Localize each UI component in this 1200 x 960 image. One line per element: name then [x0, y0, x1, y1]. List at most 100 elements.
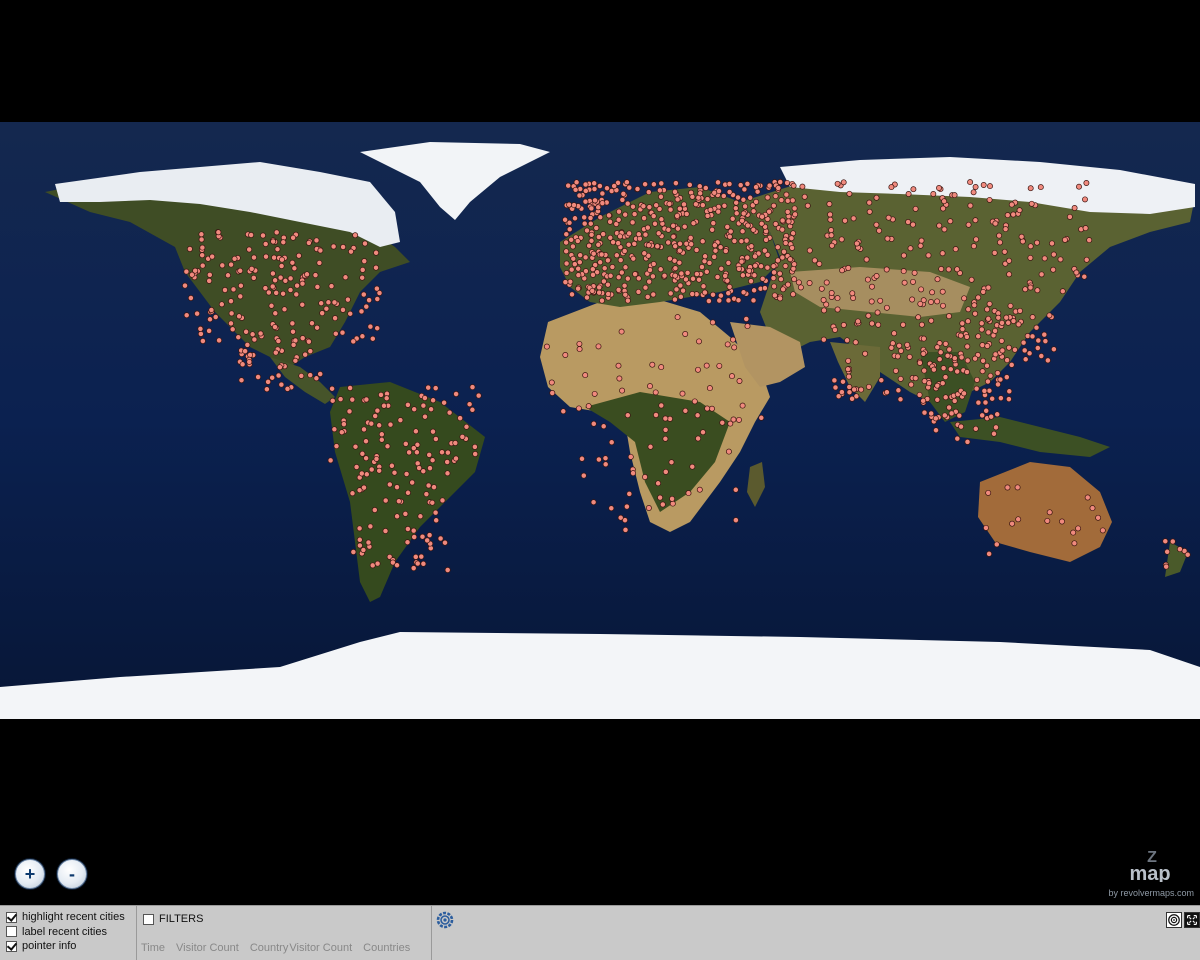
visitor-marker[interactable]: [271, 254, 278, 261]
visitor-marker[interactable]: [690, 275, 696, 282]
visitor-marker[interactable]: [1006, 271, 1013, 278]
visitor-marker[interactable]: [207, 316, 213, 323]
visitor-marker[interactable]: [666, 200, 673, 207]
visitor-marker[interactable]: [574, 238, 581, 244]
visitor-marker[interactable]: [732, 205, 739, 212]
visitor-marker[interactable]: [273, 229, 280, 236]
visitor-marker[interactable]: [394, 484, 400, 491]
filter-tab-country-visitor-count[interactable]: Visitor Count: [289, 942, 352, 954]
visitor-marker[interactable]: [771, 269, 778, 276]
visitor-marker[interactable]: [218, 301, 225, 308]
visitor-marker[interactable]: [689, 463, 696, 470]
visitor-marker[interactable]: [572, 186, 579, 193]
visitor-marker[interactable]: [878, 377, 885, 384]
visitor-marker[interactable]: [403, 471, 410, 477]
visitor-marker[interactable]: [832, 384, 839, 391]
visitor-marker[interactable]: [711, 253, 718, 260]
visitor-marker[interactable]: [616, 208, 622, 215]
visitor-marker[interactable]: [788, 235, 795, 242]
visitor-marker[interactable]: [319, 310, 326, 317]
visitor-marker[interactable]: [821, 307, 827, 314]
visitor-marker[interactable]: [662, 468, 669, 475]
visitor-marker[interactable]: [592, 197, 598, 204]
visitor-marker[interactable]: [626, 490, 633, 497]
visitor-marker[interactable]: [972, 425, 979, 432]
visitor-marker[interactable]: [726, 233, 733, 240]
visitor-marker[interactable]: [425, 384, 432, 391]
visitor-marker[interactable]: [891, 330, 898, 337]
visitor-marker[interactable]: [373, 249, 380, 256]
visitor-marker[interactable]: [845, 265, 852, 271]
visitor-marker[interactable]: [885, 214, 892, 221]
visitor-marker[interactable]: [562, 216, 569, 223]
visitor-marker[interactable]: [565, 182, 572, 189]
visitor-marker[interactable]: [237, 293, 244, 300]
visitor-marker[interactable]: [589, 266, 596, 273]
visitor-marker[interactable]: [948, 410, 955, 417]
visitor-marker[interactable]: [645, 242, 652, 249]
visitor-marker[interactable]: [840, 378, 846, 385]
visitor-marker[interactable]: [869, 283, 875, 290]
visitor-marker[interactable]: [1176, 546, 1183, 553]
visitor-marker[interactable]: [358, 308, 365, 315]
visitor-marker[interactable]: [726, 189, 733, 195]
visitor-marker[interactable]: [231, 255, 238, 262]
visitor-marker[interactable]: [838, 236, 845, 243]
visitor-marker[interactable]: [984, 362, 990, 369]
visitor-marker[interactable]: [596, 183, 603, 189]
visitor-marker[interactable]: [595, 234, 602, 240]
visitor-marker[interactable]: [1001, 248, 1008, 255]
visitor-marker[interactable]: [194, 310, 201, 317]
visitor-marker[interactable]: [1044, 357, 1051, 364]
visitor-marker[interactable]: [627, 453, 634, 460]
filters-toggle[interactable]: FILTERS: [143, 913, 203, 925]
visitor-marker[interactable]: [973, 385, 980, 392]
visitor-marker[interactable]: [582, 187, 589, 194]
visitor-marker[interactable]: [314, 324, 321, 331]
visitor-marker[interactable]: [787, 256, 794, 263]
visitor-marker[interactable]: [898, 347, 904, 354]
visitor-marker[interactable]: [604, 281, 611, 288]
visitor-marker[interactable]: [777, 179, 784, 185]
visitor-marker[interactable]: [453, 455, 459, 462]
visitor-marker[interactable]: [785, 218, 792, 225]
visitor-marker[interactable]: [1041, 255, 1048, 262]
visitor-marker[interactable]: [744, 180, 751, 187]
visitor-marker[interactable]: [826, 201, 833, 207]
visitor-marker[interactable]: [1022, 286, 1029, 293]
visitor-marker[interactable]: [797, 284, 804, 291]
visitor-marker[interactable]: [888, 184, 895, 191]
visitor-marker[interactable]: [239, 361, 246, 368]
visitor-marker[interactable]: [883, 389, 890, 396]
visitor-marker[interactable]: [640, 203, 647, 210]
visitor-marker[interactable]: [910, 221, 916, 228]
visitor-marker[interactable]: [747, 194, 754, 201]
visitor-marker[interactable]: [1006, 257, 1013, 264]
visitor-marker[interactable]: [332, 315, 339, 322]
visitor-marker[interactable]: [658, 216, 665, 223]
option-label-recent-cities[interactable]: label recent cities: [6, 925, 136, 940]
visitor-marker[interactable]: [372, 413, 379, 419]
visitor-marker[interactable]: [352, 232, 359, 239]
visitor-marker[interactable]: [243, 328, 250, 335]
visitor-marker[interactable]: [972, 184, 979, 190]
visitor-marker[interactable]: [801, 193, 808, 200]
visitor-marker[interactable]: [299, 335, 306, 342]
visitor-marker[interactable]: [934, 276, 941, 283]
visitor-marker[interactable]: [630, 470, 637, 477]
visitor-marker[interactable]: [672, 243, 679, 250]
visitor-marker[interactable]: [658, 402, 665, 409]
visitor-marker[interactable]: [548, 379, 555, 386]
visitor-marker[interactable]: [268, 302, 275, 309]
visitor-marker[interactable]: [222, 287, 228, 293]
visitor-marker[interactable]: [347, 310, 354, 317]
visitor-marker[interactable]: [317, 371, 324, 377]
visitor-marker[interactable]: [215, 229, 222, 236]
visitor-marker[interactable]: [729, 215, 736, 222]
visitor-marker[interactable]: [387, 421, 394, 428]
visitor-marker[interactable]: [632, 271, 639, 278]
visitor-marker[interactable]: [624, 412, 631, 419]
visitor-marker[interactable]: [237, 282, 244, 289]
visitor-marker[interactable]: [750, 208, 757, 215]
visitor-marker[interactable]: [700, 283, 707, 290]
